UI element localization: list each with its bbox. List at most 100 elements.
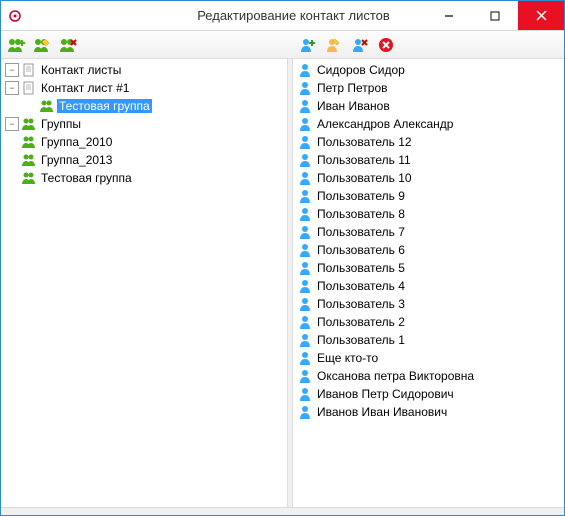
- tree-label: Группа_2013: [39, 153, 114, 167]
- close-button[interactable]: [518, 1, 564, 30]
- contact-row[interactable]: Пользователь 5: [297, 259, 564, 277]
- expander-icon[interactable]: −: [5, 81, 19, 95]
- person-icon: [297, 98, 313, 114]
- person-icon: [297, 188, 313, 204]
- expander-spacer: [5, 135, 19, 149]
- contact-name: Еще кто-то: [317, 351, 378, 365]
- person-icon: [297, 404, 313, 420]
- person-icon: [297, 80, 313, 96]
- tree-node-contact-list-1[interactable]: − Контакт лист #1: [5, 79, 287, 97]
- contact-name: Пользователь 5: [317, 261, 405, 275]
- contact-name: Пользователь 8: [317, 207, 405, 221]
- contact-row[interactable]: Сидоров Сидор: [297, 61, 564, 79]
- contact-row[interactable]: Пользователь 2: [297, 313, 564, 331]
- group-tree: − Контакт листы −: [5, 61, 287, 187]
- person-icon: [297, 206, 313, 222]
- toolbar: [1, 31, 564, 59]
- toolbar-left: [1, 31, 293, 58]
- contact-name: Иван Иванов: [317, 99, 390, 113]
- window-frame: Редактирование контакт листов: [0, 0, 565, 516]
- add-group-button[interactable]: [5, 34, 27, 56]
- edit-group-button[interactable]: [31, 34, 53, 56]
- delete-group-button[interactable]: [57, 34, 79, 56]
- contact-name: Александров Александр: [317, 117, 453, 131]
- tree-label: Тестовая группа: [57, 99, 152, 113]
- person-icon: [297, 62, 313, 78]
- tree-label: Контакт лист #1: [39, 81, 131, 95]
- document-icon: [21, 62, 37, 78]
- person-icon: [297, 368, 313, 384]
- tree-node-test-group-selected[interactable]: Тестовая группа: [23, 97, 287, 115]
- maximize-button[interactable]: [472, 1, 518, 30]
- contact-name: Пользователь 3: [317, 297, 405, 311]
- tree-node-group-2010[interactable]: Группа_2010: [5, 133, 287, 151]
- toolbar-right: [293, 31, 564, 58]
- tree-label: Группы: [39, 117, 83, 131]
- status-bar: [1, 507, 564, 515]
- contact-row[interactable]: Пользователь 12: [297, 133, 564, 151]
- tree-label: Группа_2010: [39, 135, 114, 149]
- contact-row[interactable]: Пользователь 4: [297, 277, 564, 295]
- person-icon: [297, 296, 313, 312]
- person-icon: [297, 350, 313, 366]
- contacts-pane: Сидоров Сидор Петр Петров Иван Иванов Алекс…: [293, 59, 564, 507]
- person-icon: [297, 152, 313, 168]
- person-icon: [297, 260, 313, 276]
- window-controls: [426, 1, 564, 30]
- contact-row[interactable]: Петр Петров: [297, 79, 564, 97]
- contact-name: Пользователь 6: [317, 243, 405, 257]
- contact-name: Иванов Иван Иванович: [317, 405, 447, 419]
- expander-spacer: [23, 99, 37, 113]
- tree-node-group-test[interactable]: Тестовая группа: [5, 169, 287, 187]
- contact-row[interactable]: Пользователь 1: [297, 331, 564, 349]
- expander-spacer: [5, 171, 19, 185]
- tree-node-contact-lists[interactable]: − Контакт листы: [5, 61, 287, 79]
- contact-name: Пользователь 4: [317, 279, 405, 293]
- minimize-button[interactable]: [426, 1, 472, 30]
- add-contact-button[interactable]: [297, 34, 319, 56]
- expander-icon[interactable]: −: [5, 117, 19, 131]
- tree-label: Тестовая группа: [39, 171, 134, 185]
- contact-row[interactable]: Пользователь 6: [297, 241, 564, 259]
- contact-row[interactable]: Иванов Иван Иванович: [297, 403, 564, 421]
- contact-row[interactable]: Пользователь 7: [297, 223, 564, 241]
- titlebar: Редактирование контакт листов: [1, 1, 564, 31]
- contact-row[interactable]: Пользователь 11: [297, 151, 564, 169]
- contact-name: Пользователь 1: [317, 333, 405, 347]
- tree-node-group-2013[interactable]: Группа_2013: [5, 151, 287, 169]
- tree-node-groups[interactable]: − Группы: [5, 115, 287, 133]
- person-icon: [297, 386, 313, 402]
- person-icon: [297, 278, 313, 294]
- contact-row[interactable]: Оксанова петра Викторовна: [297, 367, 564, 385]
- edit-contact-button[interactable]: [323, 34, 345, 56]
- delete-contact-button[interactable]: [375, 34, 397, 56]
- contact-row[interactable]: Александров Александр: [297, 115, 564, 133]
- contact-row[interactable]: Еще кто-то: [297, 349, 564, 367]
- person-icon: [297, 116, 313, 132]
- contact-name: Петр Петров: [317, 81, 388, 95]
- contact-name: Пользователь 10: [317, 171, 412, 185]
- group-icon: [21, 152, 37, 168]
- group-icon: [39, 98, 55, 114]
- group-icon: [21, 116, 37, 132]
- group-icon: [21, 134, 37, 150]
- person-icon: [297, 242, 313, 258]
- contact-name: Оксанова петра Викторовна: [317, 369, 474, 383]
- remove-contact-button[interactable]: [349, 34, 371, 56]
- person-icon: [297, 332, 313, 348]
- tree-label: Контакт листы: [39, 63, 123, 77]
- person-icon: [297, 170, 313, 186]
- contact-name: Пользователь 11: [317, 153, 411, 167]
- contact-row[interactable]: Пользователь 3: [297, 295, 564, 313]
- document-icon: [21, 80, 37, 96]
- contact-name: Пользователь 7: [317, 225, 405, 239]
- group-icon: [21, 170, 37, 186]
- contact-row[interactable]: Иван Иванов: [297, 97, 564, 115]
- contact-row[interactable]: Пользователь 8: [297, 205, 564, 223]
- contact-name: Иванов Петр Сидорович: [317, 387, 454, 401]
- contact-row[interactable]: Иванов Петр Сидорович: [297, 385, 564, 403]
- expander-icon[interactable]: −: [5, 63, 19, 77]
- person-icon: [297, 314, 313, 330]
- contact-row[interactable]: Пользователь 10: [297, 169, 564, 187]
- contact-row[interactable]: Пользователь 9: [297, 187, 564, 205]
